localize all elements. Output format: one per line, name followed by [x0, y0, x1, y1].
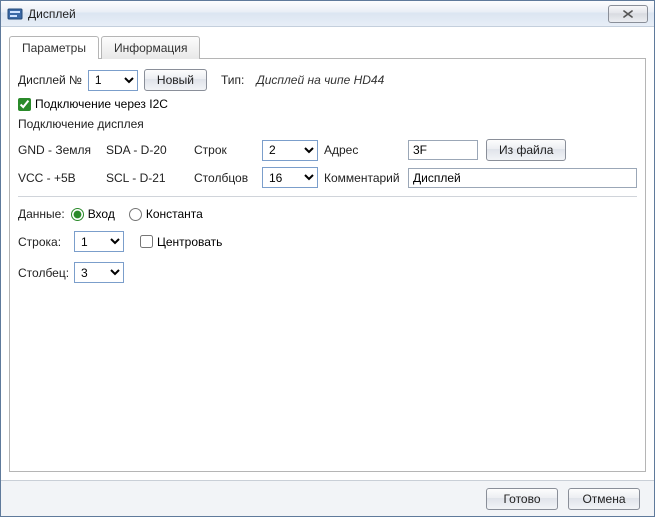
connection-grid: GND - Земля SDA - D-20 Строк 2 Адрес Из …: [18, 139, 637, 188]
i2c-checkbox-input[interactable]: [18, 98, 31, 111]
row-select[interactable]: 1: [74, 231, 124, 252]
cancel-button[interactable]: Отмена: [568, 488, 640, 510]
dialog-window: Дисплей Параметры Информация Дисплей № 1…: [0, 0, 655, 517]
col-select-label: Столбец:: [18, 266, 68, 280]
center-checkbox[interactable]: Центровать: [140, 235, 222, 249]
row-select-label: Строка:: [18, 235, 68, 249]
radio-constant[interactable]: Константа: [129, 207, 203, 221]
type-label: Тип:: [221, 73, 244, 87]
gnd-label: GND - Земля: [18, 143, 100, 157]
tab-panel: Дисплей № 1 Новый Тип: Дисплей на чипе H…: [9, 58, 646, 472]
radio-input-label: Вход: [88, 207, 115, 221]
center-checkbox-input[interactable]: [140, 235, 153, 248]
rows-select[interactable]: 2: [262, 140, 318, 161]
i2c-checkbox-label: Подключение через I2C: [35, 97, 168, 111]
col-select[interactable]: 3: [74, 262, 124, 283]
from-file-button[interactable]: Из файла: [486, 139, 566, 161]
section-title-connection: Подключение дисплея: [18, 117, 637, 131]
sda-label: SDA - D-20: [106, 143, 188, 157]
comment-input[interactable]: [408, 168, 637, 188]
window-title: Дисплей: [28, 7, 608, 21]
rows-label: Строк: [194, 143, 256, 157]
separator: [18, 196, 637, 197]
close-button[interactable]: [608, 5, 648, 23]
cols-label: Столбцов: [194, 171, 256, 185]
i2c-checkbox[interactable]: Подключение через I2C: [18, 97, 168, 111]
display-number-select[interactable]: 1: [88, 70, 138, 91]
new-button[interactable]: Новый: [144, 69, 207, 91]
content-area: Параметры Информация Дисплей № 1 Новый Т…: [1, 27, 654, 480]
address-input[interactable]: [408, 140, 478, 160]
vcc-label: VCC - +5B: [18, 171, 100, 185]
radio-input-control[interactable]: [71, 208, 84, 221]
footer: Готово Отмена: [1, 480, 654, 516]
tab-params[interactable]: Параметры: [9, 36, 99, 59]
close-icon: [622, 9, 634, 19]
type-value: Дисплей на чипе HD44: [256, 73, 384, 87]
title-bar: Дисплей: [1, 1, 654, 27]
app-icon: [7, 6, 23, 22]
cols-select[interactable]: 16: [262, 167, 318, 188]
tab-info[interactable]: Информация: [101, 36, 200, 59]
radio-constant-label: Константа: [146, 207, 203, 221]
radio-input[interactable]: Вход: [71, 207, 115, 221]
center-checkbox-label: Центровать: [157, 235, 222, 249]
address-label: Адрес: [324, 143, 402, 157]
comment-label: Комментарий: [324, 171, 402, 185]
scl-label: SCL - D-21: [106, 171, 188, 185]
tab-strip: Параметры Информация: [9, 36, 646, 59]
data-label: Данные:: [18, 207, 65, 221]
radio-constant-control[interactable]: [129, 208, 142, 221]
ok-button[interactable]: Готово: [486, 488, 558, 510]
display-number-label: Дисплей №: [18, 73, 82, 87]
